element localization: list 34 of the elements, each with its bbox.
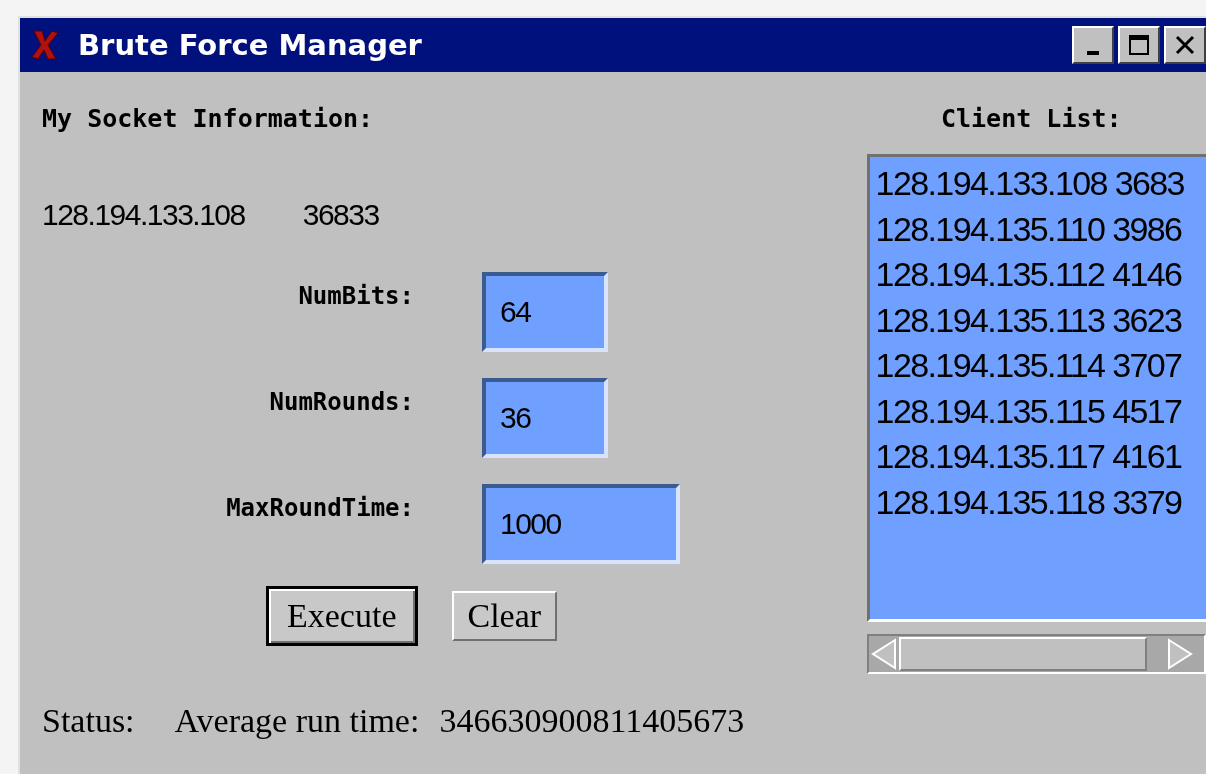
horizontal-scrollbar[interactable] (866, 634, 1206, 674)
port-number: 36833 (302, 198, 379, 232)
field-label: NumRounds: (268, 388, 414, 416)
client-list-heading: Client List: (939, 104, 1123, 135)
maximize-icon (1127, 33, 1151, 57)
minimize-button[interactable] (1072, 26, 1114, 64)
socket-heading: My Socket Information: (42, 104, 375, 135)
x-icon (30, 29, 60, 61)
list-item[interactable]: 128.194.135.110 3986 (875, 206, 1206, 252)
scroll-thumb[interactable] (898, 637, 1147, 671)
status-label: Status: (42, 702, 135, 740)
list-item[interactable]: 128.194.135.114 3707 (875, 343, 1206, 389)
input-field[interactable]: 64 (482, 272, 608, 352)
list-item[interactable]: 128.194.135.118 3379 (875, 479, 1206, 525)
list-item[interactable]: 128.194.135.115 4517 (875, 388, 1206, 434)
status-message: Average run time: (174, 702, 420, 740)
window-title: Brute Force Manager (78, 28, 423, 62)
minimize-icon (1087, 51, 1099, 55)
close-button[interactable] (1164, 26, 1206, 64)
field-label: MaxRoundTime: (225, 494, 414, 522)
ip-address: 128.194.133.108 (42, 198, 245, 232)
list-item[interactable]: 128.194.133.108 3683 (875, 161, 1206, 207)
input-field[interactable]: 36 (482, 378, 608, 458)
input-field[interactable]: 1000 (482, 484, 680, 564)
close-icon (1173, 33, 1197, 57)
field-label: NumBits: (297, 282, 414, 310)
client-list[interactable]: 128.194.133.108 3683 128.194.135.110 3986 128.194.135.112 4146 128.194.135.113 3623 128.194.135.114 3707 128.194.135.115 4517 128.194.135.117 4161 128.194.135.118 3379 (866, 154, 1206, 622)
maximize-button[interactable] (1118, 26, 1160, 64)
list-item[interactable]: 128.194.135.117 4161 (875, 434, 1206, 480)
status-value: 346630900811405673 (439, 702, 745, 740)
action-button[interactable]: Execute (266, 586, 418, 646)
list-item[interactable]: 128.194.135.112 4146 (875, 252, 1206, 298)
action-button[interactable]: Clear (451, 591, 558, 641)
list-item[interactable]: 128.194.135.113 3623 (875, 297, 1206, 343)
